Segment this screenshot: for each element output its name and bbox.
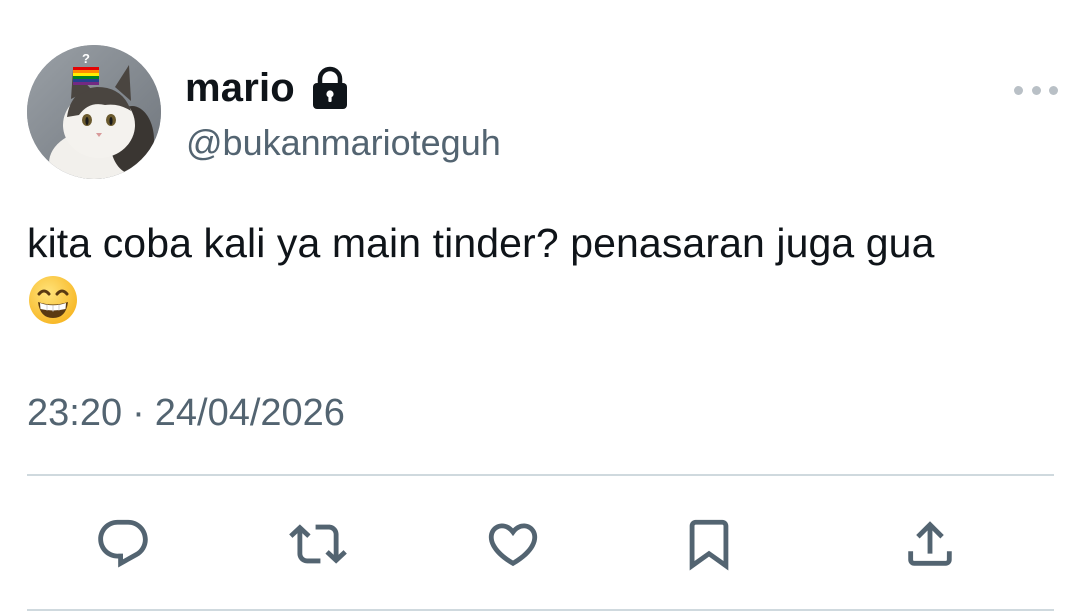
divider — [27, 609, 1054, 611]
author-name[interactable]: mario — [185, 66, 295, 111]
like-button[interactable] — [481, 512, 545, 576]
tweet-action-bar — [0, 512, 1080, 576]
author-handle[interactable]: @bukanmarioteguh — [186, 122, 501, 164]
lock-icon — [312, 66, 347, 109]
reply-icon — [98, 519, 148, 568]
share-button[interactable] — [898, 512, 962, 576]
tweet-date: 24/04/2026 — [154, 392, 345, 434]
bookmark-button[interactable] — [677, 512, 741, 576]
tweet-text: kita coba kali ya main tinder? penasaran… — [27, 220, 935, 266]
avatar-question-mark: ? — [82, 51, 90, 66]
reply-button[interactable] — [91, 512, 155, 576]
author-display-name[interactable]: mario — [185, 62, 349, 114]
heart-icon — [488, 523, 538, 567]
more-horizontal-icon[interactable] — [1014, 80, 1058, 100]
tweet-time: 23:20 — [27, 392, 123, 434]
timestamp-separator: · — [132, 392, 145, 434]
avatar[interactable]: ? — [27, 45, 161, 179]
grinning-face-emoji-icon — [29, 276, 77, 324]
retweet-button[interactable] — [286, 512, 350, 576]
share-icon — [908, 521, 952, 566]
cat-avatar-image: ? — [27, 45, 161, 179]
bookmark-icon — [689, 519, 729, 571]
divider — [27, 474, 1054, 476]
retweet-icon — [289, 524, 347, 564]
tweet-timestamp[interactable]: 23:20 · 24/04/2026 — [27, 392, 345, 435]
